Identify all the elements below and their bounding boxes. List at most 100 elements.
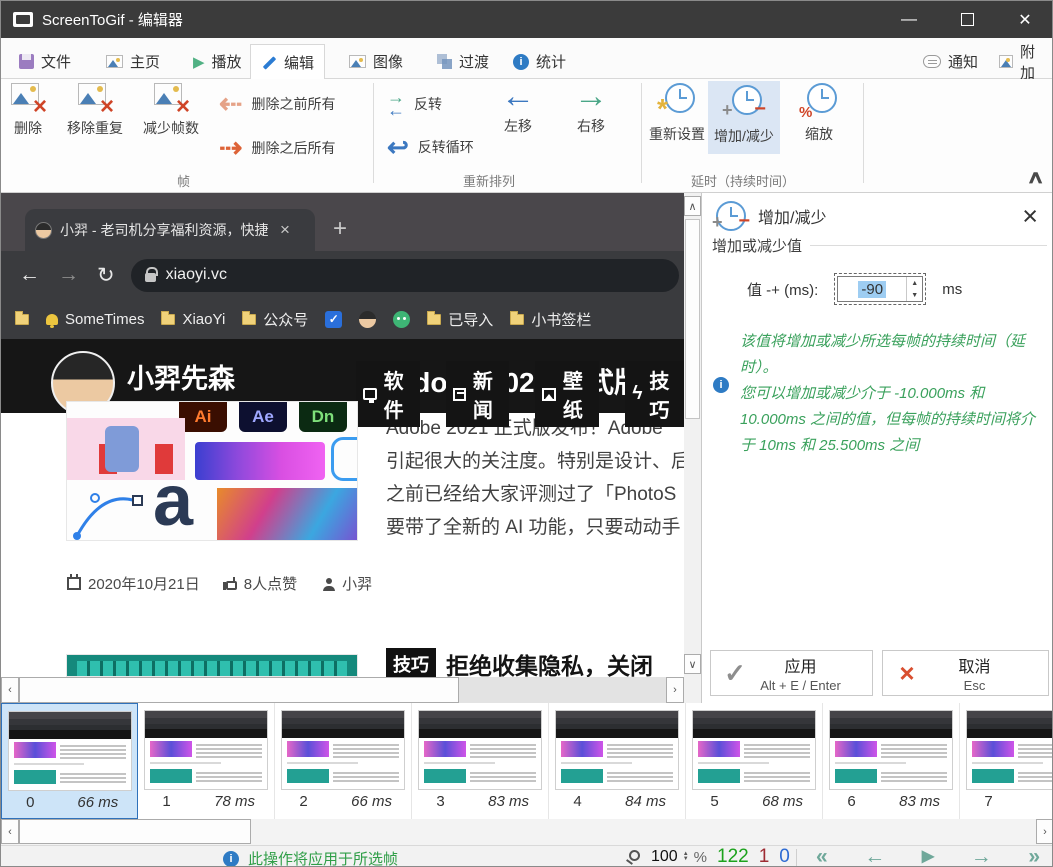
vertical-scrollbar[interactable]: ∧ ∨ xyxy=(684,193,701,677)
reduce-framecount-button[interactable]: × 减少帧数 xyxy=(143,83,199,138)
reset-delay-button[interactable]: * 重新设置 xyxy=(649,83,705,144)
timeline: 0 66 ms 1 xyxy=(1,703,1053,819)
tab-image[interactable]: 图像 xyxy=(339,44,413,79)
scale-delay-button[interactable]: % 缩放 xyxy=(801,83,837,144)
article-image[interactable]: Ai Ae Dn a xyxy=(66,401,358,541)
article2-image[interactable] xyxy=(66,654,358,677)
scroll-left-icon[interactable]: ‹ xyxy=(1,677,19,703)
panel-close-icon[interactable]: × xyxy=(1022,201,1038,232)
last-frame-button[interactable]: » xyxy=(1028,846,1040,867)
reload-icon[interactable]: ↻ xyxy=(97,263,115,288)
author-text: 小羿 xyxy=(342,573,372,594)
delete-all-before-button[interactable]: ⇠ 删除之前所有 xyxy=(219,93,335,115)
play-icon: ▶ xyxy=(193,53,205,71)
nav-news[interactable]: 新闻 xyxy=(446,361,509,427)
timeline-frame[interactable]: 2 66 ms xyxy=(275,703,412,819)
zoom-spinner[interactable]: ▲▼ xyxy=(683,852,689,862)
tab-edit[interactable]: 编辑 xyxy=(250,44,325,80)
bookmark-sometimes[interactable]: SomeTimes xyxy=(46,311,144,328)
browser-tabstrip: 小羿 - 老司机分享福利资源，快捷 × + xyxy=(1,193,684,251)
zoom-value[interactable]: 100 xyxy=(651,848,678,866)
bookmark-imported[interactable]: 已导入 xyxy=(427,309,493,330)
frame-index: 3 xyxy=(412,793,469,810)
spin-up-icon[interactable]: ▲ xyxy=(907,277,922,289)
maximize-button[interactable] xyxy=(938,1,996,38)
cancel-button[interactable]: × 取消 Esc xyxy=(882,650,1049,696)
thumb-art xyxy=(967,729,1053,738)
tab-play[interactable]: ▶ 播放 xyxy=(183,44,252,79)
new-tab-button[interactable]: + xyxy=(333,215,347,243)
close-button[interactable]: ✕ xyxy=(996,1,1053,38)
reverse-loop-button[interactable]: ↩ 反转循环 xyxy=(387,135,474,159)
tab-statistics[interactable]: i 统计 xyxy=(503,44,576,79)
timeline-scrollbar[interactable]: ‹ › xyxy=(1,819,1053,845)
bookmark-wechat[interactable] xyxy=(393,311,410,328)
back-icon[interactable]: ← xyxy=(19,263,40,287)
article2-heading[interactable]: 技巧 拒绝收集隐私，关闭 xyxy=(386,647,653,677)
frame-index: 1 xyxy=(138,793,195,810)
meta-date: 2020年10月21日 xyxy=(67,573,200,594)
bookmark-bar-folder[interactable]: 小书签栏 xyxy=(510,309,591,330)
thumb-up-icon xyxy=(226,581,237,590)
tab-transition[interactable]: 过渡 xyxy=(427,44,499,79)
horizontal-scroll-thumb[interactable] xyxy=(19,677,459,703)
remove-duplicates-button[interactable]: × 移除重复 xyxy=(67,83,123,138)
value-input[interactable]: -90 xyxy=(858,281,886,298)
timeline-frame[interactable]: 4 84 ms xyxy=(549,703,686,819)
tab-home[interactable]: 主页 xyxy=(96,44,170,79)
timeline-frame[interactable]: 1 78 ms xyxy=(138,703,275,819)
timeline-frame[interactable]: 6 83 ms xyxy=(823,703,960,819)
bookmark-avatar[interactable] xyxy=(359,311,376,328)
zoom-control[interactable]: 100 ▲▼ % xyxy=(651,848,707,866)
value-spinner[interactable]: -90 ▲▼ xyxy=(834,273,926,305)
thumb-art xyxy=(967,738,1053,761)
folder-icon xyxy=(161,314,175,325)
timeline-frame[interactable]: 5 68 ms xyxy=(686,703,823,819)
timeline-frame[interactable]: 0 66 ms xyxy=(1,703,138,819)
nav-software[interactable]: 软件 xyxy=(356,361,420,427)
spin-down-icon[interactable]: ▼ xyxy=(907,289,922,301)
tab-close-icon[interactable]: × xyxy=(280,220,290,240)
scroll-down-icon[interactable]: ∨ xyxy=(684,654,701,674)
minimize-button[interactable]: — xyxy=(880,1,938,38)
apply-button[interactable]: ✓ 应用 Alt + E / Enter xyxy=(710,650,873,696)
scroll-left-icon[interactable]: ‹ xyxy=(1,819,19,844)
thumb-art xyxy=(9,767,131,786)
collapse-ribbon-button[interactable]: ∧ xyxy=(1026,167,1044,188)
address-bar[interactable]: xiaoyi.vc xyxy=(131,259,679,292)
delete-all-after-button[interactable]: ⇢ 删除之后所有 xyxy=(219,137,335,159)
play-button[interactable]: ▶ xyxy=(922,846,934,867)
timeline-frame[interactable]: 7 8 xyxy=(960,703,1053,819)
vertical-scroll-thumb[interactable] xyxy=(685,219,700,419)
spin-down-icon[interactable]: ▼ xyxy=(683,857,689,862)
move-right-button[interactable]: → 右移 xyxy=(574,83,608,136)
spinner-arrows[interactable]: ▲▼ xyxy=(906,277,922,301)
timeline-scroll-thumb[interactable] xyxy=(19,819,251,844)
attach-button[interactable]: 附加 xyxy=(989,44,1053,79)
scroll-right-icon[interactable]: › xyxy=(1036,819,1053,844)
scroll-right-icon[interactable]: › xyxy=(666,677,684,703)
reverse-button[interactable]: →← 反转 xyxy=(387,91,442,117)
move-left-button[interactable]: ← 左移 xyxy=(501,83,535,136)
thumb-art xyxy=(972,762,1043,764)
nav-tips[interactable]: ϟ技巧 xyxy=(625,361,684,427)
browser-tab[interactable]: 小羿 - 老司机分享福利资源，快捷 × xyxy=(25,209,315,251)
previous-frame-button[interactable]: ← xyxy=(864,846,885,867)
bookmark-xiaoyi[interactable]: XiaoYi xyxy=(161,311,225,328)
bookmark-gongzhonghao[interactable]: 公众号 xyxy=(242,309,308,330)
forward-icon[interactable]: → xyxy=(58,263,79,287)
tab-file[interactable]: 文件 xyxy=(9,44,81,79)
horizontal-scrollbar[interactable]: ‹ › xyxy=(1,677,684,703)
delete-button[interactable]: × 删除 xyxy=(11,83,45,138)
scroll-up-icon[interactable]: ∧ xyxy=(684,196,701,216)
next-frame-button[interactable]: → xyxy=(971,846,992,867)
notifications-button[interactable]: 通知 xyxy=(913,44,988,79)
nav-wallpaper[interactable]: 壁纸 xyxy=(535,361,599,427)
site-name: 小羿先森 xyxy=(127,357,250,396)
bookmark-folder[interactable] xyxy=(15,314,29,325)
group-divider xyxy=(810,245,1047,246)
bookmark-check[interactable]: ✓ xyxy=(325,311,342,328)
first-frame-button[interactable]: « xyxy=(816,846,828,867)
timeline-frame[interactable]: 3 83 ms xyxy=(412,703,549,819)
increase-decrease-button[interactable]: +− 增加/减少 xyxy=(708,81,780,154)
